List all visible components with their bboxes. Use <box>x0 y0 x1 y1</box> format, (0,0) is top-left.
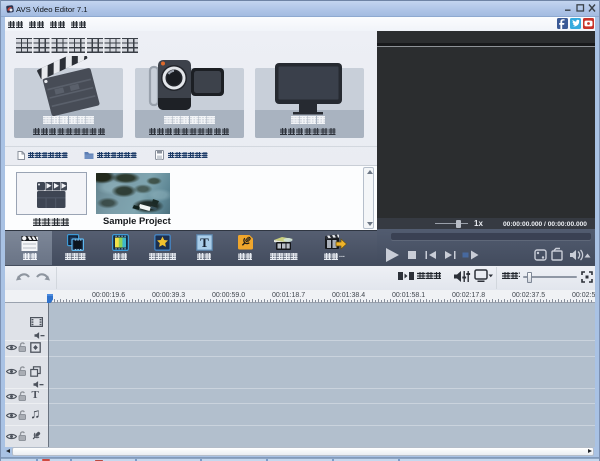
svg-text:T: T <box>200 235 209 250</box>
